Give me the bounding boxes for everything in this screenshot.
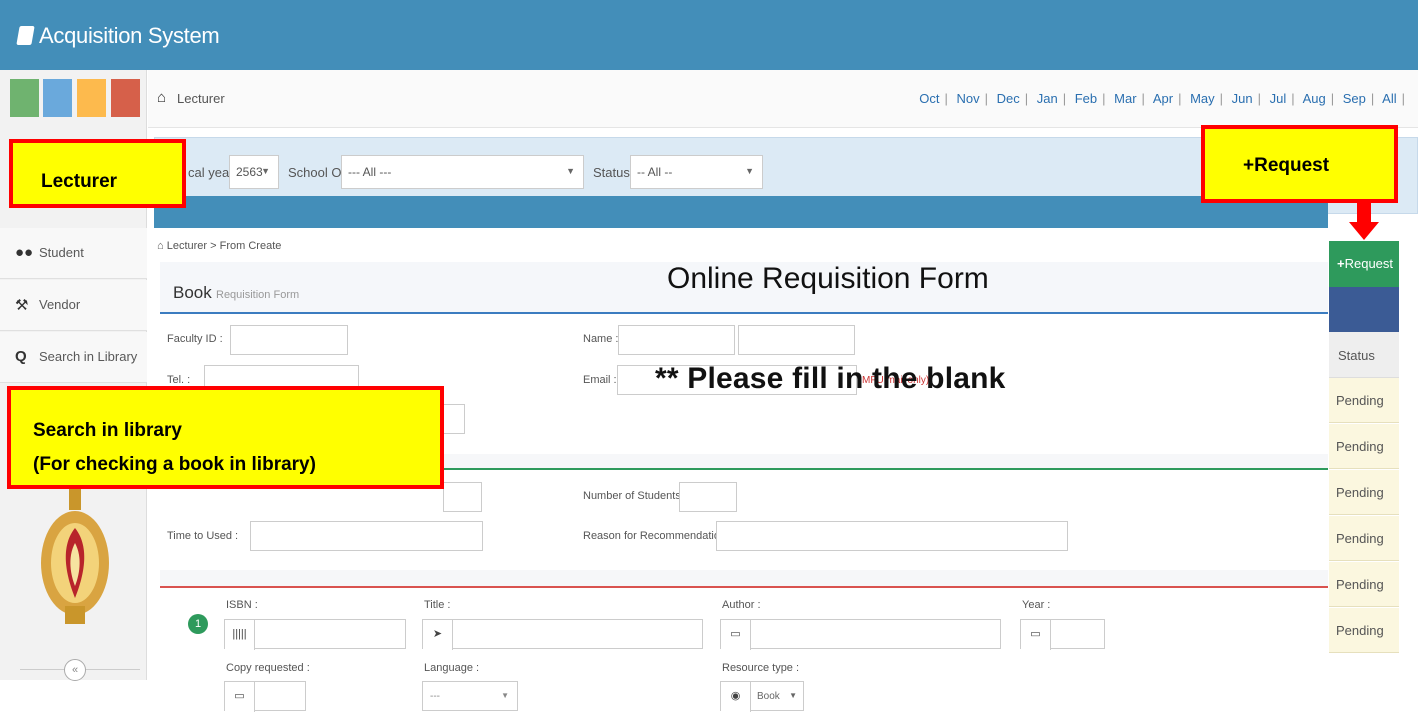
shortcut-button-red[interactable] — [111, 79, 140, 117]
title-label: Title : — [424, 599, 451, 611]
shortcut-button-blue[interactable] — [43, 79, 72, 117]
resource-label: Resource type : — [722, 662, 800, 674]
status-cell: Pending — [1329, 516, 1399, 561]
faculty-id-label: Faculty ID : — [167, 333, 223, 345]
shortcut-button-green[interactable] — [10, 79, 39, 117]
isbn-label: ISBN : — [226, 599, 258, 611]
resource-type-select[interactable]: ◉ Book ▼ — [720, 681, 804, 712]
title-input[interactable]: ➤ — [422, 619, 703, 650]
sidebar-collapse-icon[interactable]: « — [64, 659, 86, 681]
time-input[interactable] — [250, 521, 483, 551]
status-column-header: Status — [1329, 332, 1399, 378]
users-icon: ●● — [15, 244, 34, 261]
students-label: Number of Students : — [583, 490, 687, 502]
month-link[interactable]: Apr — [1153, 91, 1173, 106]
month-link[interactable]: Nov — [956, 91, 979, 106]
section-divider-items — [160, 570, 1328, 588]
name-label: Name : — [583, 333, 619, 345]
camera-icon: ◉ — [721, 682, 751, 712]
overlay-fill-note: ** Please fill in the blank — [655, 362, 1006, 395]
month-link[interactable]: Mar — [1114, 91, 1136, 106]
author-label: Author : — [722, 599, 761, 611]
form-breadcrumb: ⌂ Lecturer > From Create — [157, 240, 282, 252]
callout-lecturer: Lecturer — [9, 139, 186, 208]
time-label: Time to Used : — [167, 530, 239, 542]
item-number-badge: 1 — [188, 614, 208, 634]
course-input[interactable] — [443, 482, 482, 512]
copy-input[interactable]: ▭ — [224, 681, 306, 712]
faculty-id-input[interactable] — [230, 325, 348, 355]
month-link[interactable]: Sep — [1343, 91, 1366, 106]
university-logo — [41, 488, 109, 624]
table-header-block — [1329, 287, 1399, 332]
laptop-icon: ▭ — [225, 682, 255, 712]
email-label: Email : — [583, 374, 617, 386]
callout-arrow — [1357, 203, 1371, 223]
sidebar-item-vendor[interactable]: ⚒ Vendor — [0, 280, 147, 331]
copy-label: Copy requested : — [226, 662, 310, 674]
breadcrumb[interactable]: Lecturer — [177, 91, 225, 106]
month-link[interactable]: Aug — [1303, 91, 1326, 106]
author-input[interactable]: ▭ — [720, 619, 1001, 650]
month-link[interactable]: Jul — [1270, 91, 1287, 106]
callout-arrow-head — [1349, 222, 1379, 240]
home-icon[interactable]: ⌂ — [157, 89, 166, 106]
month-link[interactable]: Jun — [1232, 91, 1253, 106]
last-name-input[interactable] — [738, 325, 855, 355]
callout-request: +Request — [1201, 125, 1398, 203]
status-select[interactable]: -- All -- ▼ — [630, 155, 763, 189]
modal-header-bar — [154, 196, 1328, 228]
send-icon: ➤ — [423, 620, 453, 650]
barcode-icon: ||||| — [225, 620, 255, 650]
month-link[interactable]: Oct — [919, 91, 939, 106]
language-label: Language : — [424, 662, 480, 674]
gavel-icon: ⚒ — [15, 297, 29, 314]
fiscal-year-select[interactable]: 2563 ▼ — [229, 155, 279, 189]
shortcut-button-orange[interactable] — [77, 79, 106, 117]
sidebar-item-student[interactable]: ●● Student — [0, 228, 147, 279]
form-title: Book — [173, 283, 212, 302]
status-cell: Pending — [1329, 424, 1399, 469]
laptop-icon: ▭ — [721, 620, 751, 650]
tel-label: Tel. : — [167, 374, 191, 386]
status-cell: Pending — [1329, 608, 1399, 653]
request-button[interactable]: +Request — [1329, 241, 1399, 287]
year-input[interactable]: ▭ — [1020, 619, 1105, 650]
reason-label: Reason for Recommendation : — [583, 530, 733, 542]
form-subtitle: Requisition Form — [216, 289, 300, 301]
home-icon[interactable]: ⌂ — [157, 240, 164, 252]
first-name-input[interactable] — [618, 325, 735, 355]
reason-input[interactable] — [716, 521, 1068, 551]
status-cell: Pending — [1329, 470, 1399, 515]
status-cell: Pending — [1329, 378, 1399, 423]
sidebar-item-search-library[interactable]: Q Search in Library — [0, 332, 147, 383]
month-link[interactable]: Jan — [1037, 91, 1058, 106]
plus-icon: + — [1337, 256, 1345, 271]
caret-down-icon: ▼ — [261, 166, 270, 176]
callout-search-library: Search in library (For checking a book i… — [7, 386, 444, 489]
laptop-icon: ▭ — [1021, 620, 1051, 650]
school-select[interactable]: --- All --- ▼ — [341, 155, 584, 189]
caret-down-icon: ▼ — [501, 691, 509, 700]
month-link[interactable]: Feb — [1075, 91, 1097, 106]
caret-down-icon: ▼ — [789, 691, 797, 700]
app-title[interactable]: Acquisition System — [16, 23, 220, 49]
overlay-form-title: Online Requisition Form — [667, 262, 989, 295]
book-icon — [16, 26, 35, 45]
year-label: Year : — [1022, 599, 1051, 611]
isbn-input[interactable]: ||||| — [224, 619, 406, 650]
students-input[interactable] — [679, 482, 737, 512]
caret-down-icon: ▼ — [566, 166, 575, 176]
month-filter: Oct | Nov | Dec | Jan | Feb | Mar | Apr | May | … — [919, 91, 1405, 106]
month-link[interactable]: May — [1190, 91, 1215, 106]
month-link[interactable]: All — [1382, 91, 1396, 106]
month-link[interactable]: Dec — [997, 91, 1020, 106]
status-cell: Pending — [1329, 562, 1399, 607]
search-icon: Q — [15, 348, 27, 365]
caret-down-icon: ▼ — [745, 166, 754, 176]
language-select[interactable]: --- ▼ — [422, 681, 518, 711]
